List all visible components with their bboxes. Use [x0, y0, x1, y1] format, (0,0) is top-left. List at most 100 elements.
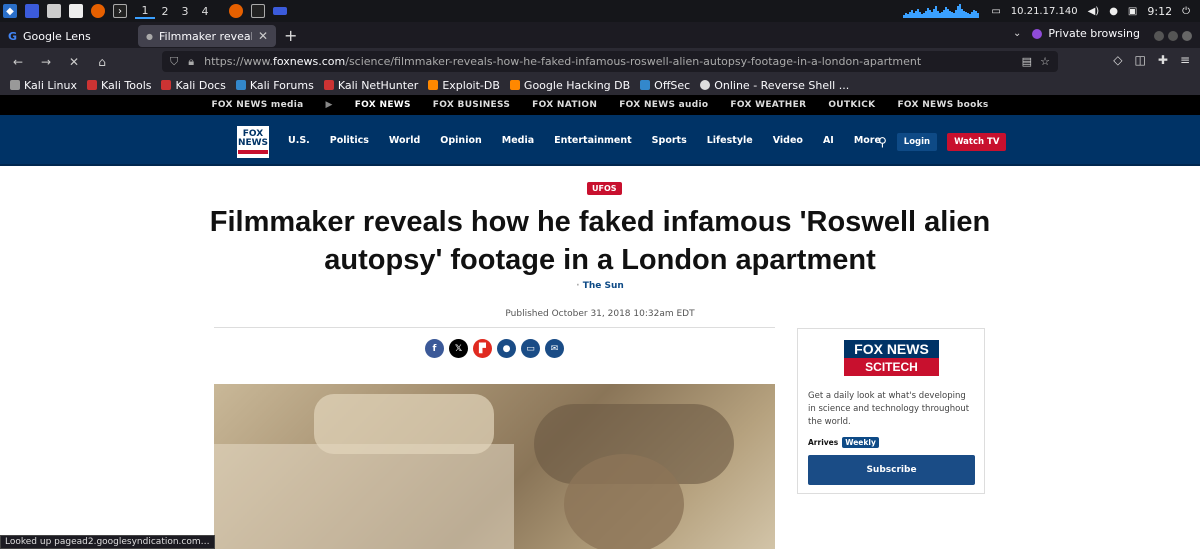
scitech-logo: FOX NEWS SCITECH	[844, 340, 939, 376]
workspace-3[interactable]: 3	[175, 5, 195, 18]
network-link-books[interactable]: FOX NEWS books	[897, 100, 988, 110]
category-badge[interactable]: UFOS	[587, 182, 622, 195]
bookmark-star-icon[interactable]: ☆	[1040, 55, 1050, 68]
article-headline: Filmmaker reveals how he faked infamous …	[209, 206, 991, 276]
tab-list-chevron-icon[interactable]: ⌄	[1013, 28, 1021, 39]
bookmark-kali-nethunter[interactable]: Kali NetHunter	[323, 79, 418, 92]
publish-date: Published October 31, 2018 10:32am EDT	[505, 309, 695, 319]
tab-label: Google Lens	[23, 29, 91, 43]
maximize-button[interactable]	[1168, 31, 1178, 41]
search-icon[interactable]: ⚲	[878, 135, 887, 149]
ip-address: 10.21.17.140	[1010, 5, 1078, 17]
bookmark-exploit-db[interactable]: Exploit-DB	[428, 79, 500, 92]
network-link-outkick[interactable]: OUTKICK	[828, 100, 875, 110]
network-link-weather[interactable]: FOX WEATHER	[730, 100, 806, 110]
lock-icon[interactable]: 🔒︎	[188, 55, 194, 69]
google-icon: G	[8, 29, 18, 43]
network-link-foxnews[interactable]: FOX NEWS	[355, 100, 411, 110]
close-window-button[interactable]	[1182, 31, 1192, 41]
play-icon: ▶	[325, 100, 333, 110]
puzzle-icon[interactable]: ✚	[1158, 53, 1168, 67]
browser-tab-strip: G Google Lens ● Filmmaker reveals how he…	[0, 22, 1200, 48]
bookmark-offsec[interactable]: OffSec	[640, 79, 690, 92]
nav-entertainment[interactable]: Entertainment	[554, 135, 632, 146]
workspace-4[interactable]: 4	[195, 5, 215, 18]
kali-menu-icon[interactable]: ◆	[3, 4, 17, 18]
firefox-icon[interactable]	[91, 4, 105, 18]
terminal-window-icon[interactable]	[251, 4, 265, 18]
editor-icon[interactable]	[69, 4, 83, 18]
nav-politics[interactable]: Politics	[330, 135, 369, 146]
reader-view-icon[interactable]: ▤	[1022, 55, 1032, 68]
nav-video[interactable]: Video	[773, 135, 803, 146]
network-link-audio[interactable]: FOX NEWS audio	[619, 100, 708, 110]
os-taskbar: ◆ › 1 2 3 4 ▭ 10.21.17.140 ◀) ● ▣ 9:12 ⏻	[0, 0, 1200, 22]
bookmark-kali-docs[interactable]: Kali Docs	[161, 79, 226, 92]
login-button[interactable]: Login	[896, 133, 938, 151]
desktop-icon[interactable]	[25, 4, 39, 18]
bookmark-google-hacking-db[interactable]: Google Hacking DB	[509, 79, 630, 92]
bookmark-kali-forums[interactable]: Kali Forums	[235, 79, 314, 92]
firefox-window-icon[interactable]	[229, 4, 243, 18]
email-share-icon[interactable]: ✉	[545, 339, 564, 358]
fox-network-bar: FOX NEWS media ▶ FOX NEWS FOX BUSINESS F…	[0, 95, 1200, 115]
tracking-shield-icon[interactable]: ⛉	[170, 55, 178, 69]
divider	[214, 327, 775, 328]
site-header: FOX NEWS U.S. Politics World Opinion Medi…	[0, 115, 1200, 166]
nav-lifestyle[interactable]: Lifestyle	[707, 135, 753, 146]
workspace-2[interactable]: 2	[155, 5, 175, 18]
header-actions: ⚲ Login Watch TV	[878, 133, 1007, 151]
stop-loading-icon[interactable]: ✕	[64, 55, 84, 69]
comments-icon[interactable]: ●	[497, 339, 516, 358]
nav-media[interactable]: Media	[502, 135, 534, 146]
extensions-icon[interactable]: ◫	[1135, 53, 1146, 67]
network-link-media[interactable]: FOX NEWS media	[211, 100, 303, 110]
site-nav: U.S. Politics World Opinion Media Entert…	[288, 135, 954, 146]
cpu-graph	[903, 4, 981, 18]
watch-tv-button[interactable]: Watch TV	[947, 133, 1007, 151]
facebook-share-icon[interactable]: f	[425, 339, 444, 358]
volume-icon[interactable]: ◀)	[1088, 6, 1100, 17]
x-share-icon[interactable]: 𝕏	[449, 339, 468, 358]
network-link-nation[interactable]: FOX NATION	[532, 100, 597, 110]
lock-icon[interactable]: ▣	[1128, 6, 1137, 17]
system-tray: ▭ 10.21.17.140 ◀) ● ▣ 9:12 ⏻	[903, 0, 1190, 22]
nav-ai[interactable]: AI	[823, 135, 834, 146]
url-bar[interactable]: ⛉ 🔒︎ https://www.foxnews.com/science/fil…	[162, 51, 1058, 72]
workspace-1[interactable]: 1	[135, 4, 155, 19]
bookmarks-toolbar: Kali Linux Kali Tools Kali Docs Kali For…	[0, 75, 1200, 95]
bookmark-reverse-shell[interactable]: Online - Reverse Shell ...	[700, 79, 849, 92]
flipboard-share-icon[interactable]: ▛	[473, 339, 492, 358]
nav-opinion[interactable]: Opinion	[440, 135, 481, 146]
article-author[interactable]: · The Sun	[0, 281, 1200, 291]
nav-us[interactable]: U.S.	[288, 135, 310, 146]
pocket-icon[interactable]: ◇	[1113, 53, 1122, 67]
foxnews-logo[interactable]: FOX NEWS	[237, 126, 269, 158]
window-icon[interactable]	[273, 7, 287, 15]
tab-label: Filmmaker reveals how he	[158, 29, 252, 43]
back-arrow-icon[interactable]: ←	[8, 55, 28, 69]
terminal-icon[interactable]: ›	[113, 4, 127, 18]
files-icon[interactable]	[47, 4, 61, 18]
nav-world[interactable]: World	[389, 135, 420, 146]
network-link-business[interactable]: FOX BUSINESS	[433, 100, 510, 110]
new-tab-button[interactable]: +	[284, 26, 297, 45]
bookmark-kali-linux[interactable]: Kali Linux	[10, 79, 77, 92]
network-icon[interactable]: ▭	[991, 6, 1000, 17]
home-icon[interactable]: ⌂	[92, 55, 112, 69]
notification-icon[interactable]: ●	[1109, 6, 1118, 17]
url-prefix: https://www.	[204, 55, 274, 68]
menu-icon[interactable]: ≡	[1180, 53, 1190, 67]
minimize-button[interactable]	[1154, 31, 1164, 41]
forward-arrow-icon[interactable]: →	[36, 55, 56, 69]
print-icon[interactable]: ▭	[521, 339, 540, 358]
subscribe-button[interactable]: Subscribe	[808, 455, 975, 485]
close-tab-icon[interactable]: ✕	[258, 29, 268, 43]
nav-sports[interactable]: Sports	[652, 135, 687, 146]
bookmark-kali-tools[interactable]: Kali Tools	[87, 79, 151, 92]
loading-dot-icon: ●	[146, 31, 153, 41]
tab-foxnews-article[interactable]: ● Filmmaker reveals how he ✕	[138, 25, 276, 47]
tab-google-lens[interactable]: G Google Lens	[0, 25, 138, 47]
power-icon[interactable]: ⏻	[1182, 6, 1190, 17]
url-path: /science/filmmaker-reveals-how-he-faked-…	[345, 55, 922, 68]
